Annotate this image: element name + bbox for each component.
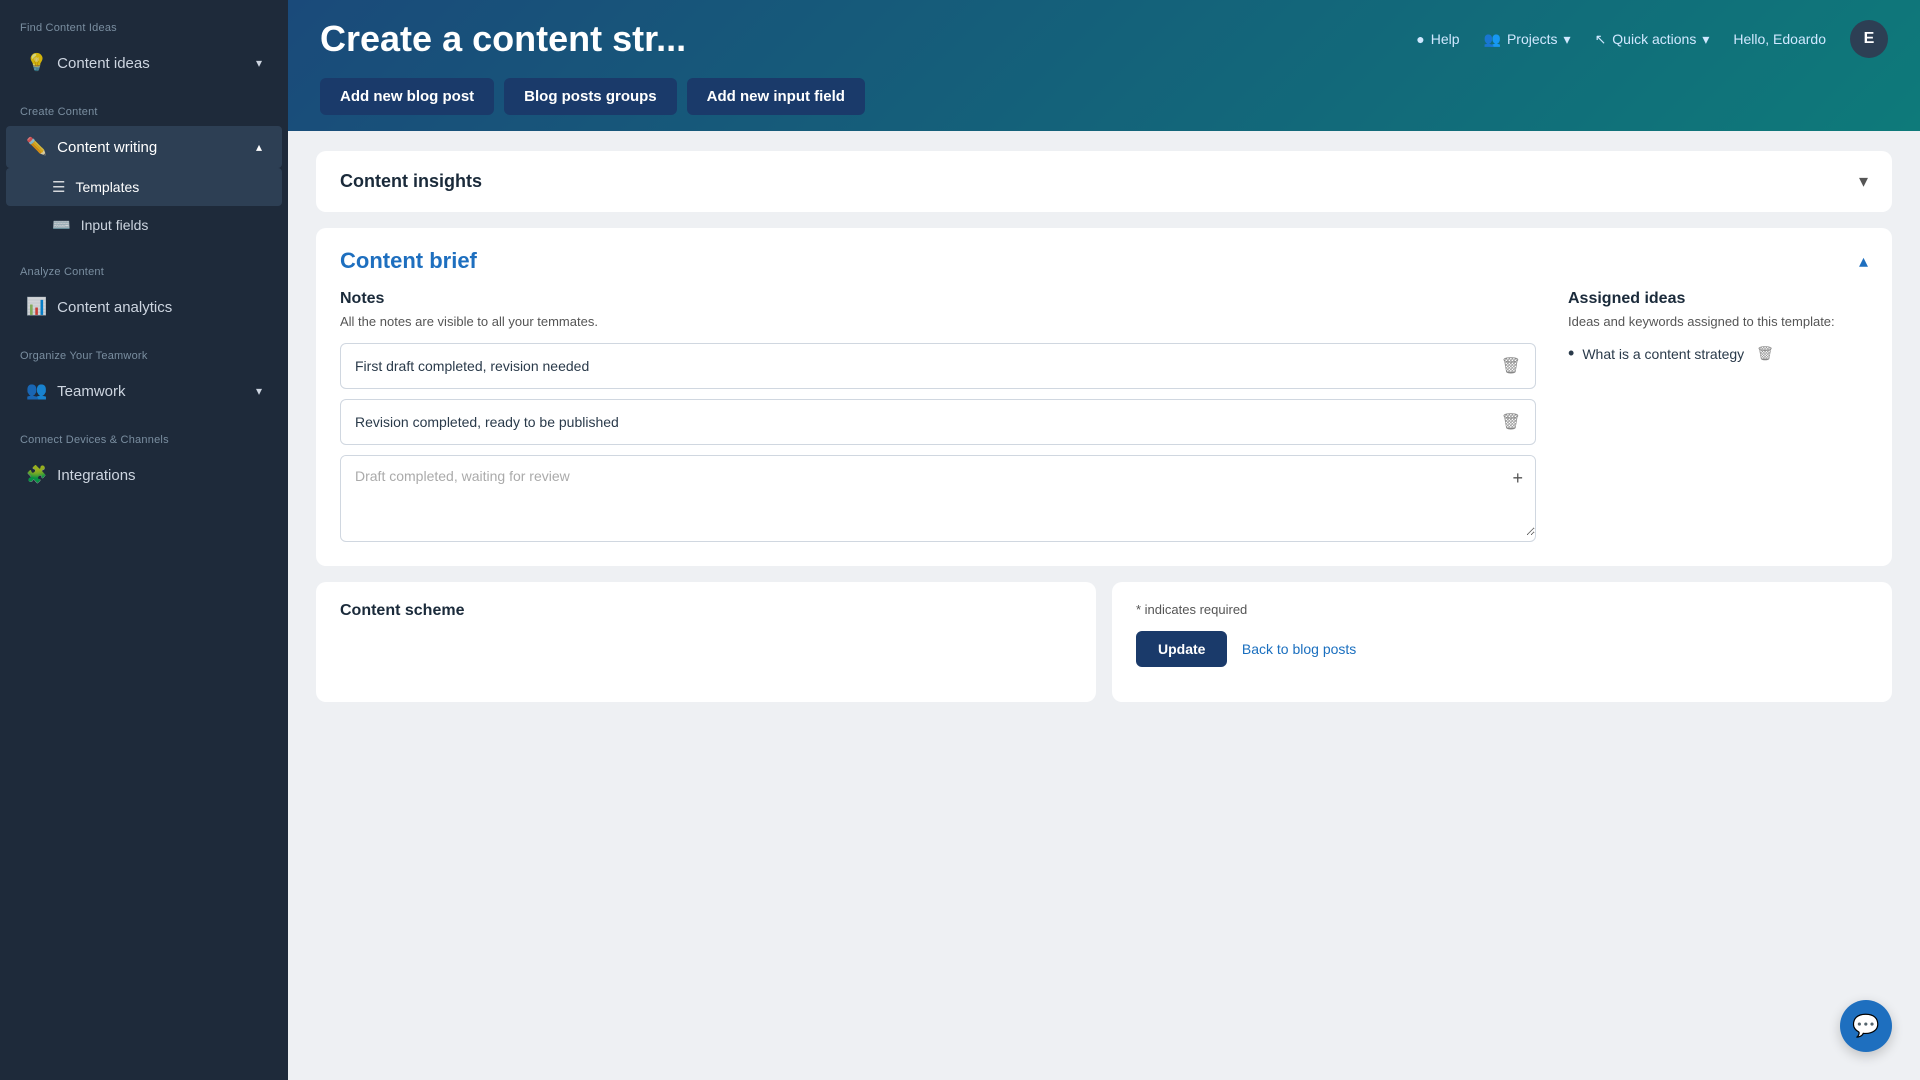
- projects-button[interactable]: 👥 Projects ▾: [1484, 31, 1571, 48]
- chevron-down-icon: ▾: [256, 384, 262, 398]
- notes-section: Notes All the notes are visible to all y…: [340, 290, 1536, 542]
- chart-icon: 📊: [26, 297, 47, 317]
- bottom-cards: Content scheme * indicates required Upda…: [316, 582, 1892, 702]
- sidebar-section-analyze: Analyze Content 📊 Content analytics: [0, 244, 288, 328]
- help-button[interactable]: ● Help: [1416, 31, 1459, 47]
- sidebar-section-connect: Connect Devices & Channels 🧩 Integration…: [0, 412, 288, 496]
- header-nav: ● Help 👥 Projects ▾ ↖ Quick actions ▾ He…: [1416, 20, 1888, 58]
- sidebar-item-input-fields[interactable]: ⌨️ Input fields: [6, 206, 282, 244]
- content-brief-body: Notes All the notes are visible to all y…: [316, 274, 1892, 566]
- chevron-up-icon: ▴: [256, 140, 262, 154]
- delete-note-1-button[interactable]: 🗑: [1501, 356, 1521, 376]
- content-brief-header[interactable]: Content brief ▴: [316, 228, 1892, 274]
- sidebar-item-content-ideas[interactable]: 💡 Content ideas ▾: [6, 42, 282, 84]
- projects-icon: 👥: [1484, 31, 1501, 48]
- chat-icon: 💬: [1852, 1013, 1879, 1039]
- list-icon: ☰: [52, 178, 65, 196]
- page-title: Create a content str...: [320, 18, 686, 60]
- new-note-input[interactable]: [341, 456, 1535, 536]
- quick-actions-button[interactable]: ↖ Quick actions ▾: [1595, 31, 1710, 48]
- sidebar-item-teamwork[interactable]: 👥 Teamwork ▾: [6, 370, 282, 412]
- sidebar-section-label-find: Find Content Ideas: [0, 0, 288, 42]
- add-input-field-button[interactable]: Add new input field: [687, 78, 865, 115]
- content-brief-title: Content brief: [340, 248, 477, 274]
- bulb-icon: 💡: [26, 53, 47, 73]
- cursor-icon: ↖: [1595, 31, 1607, 48]
- note-text-1: First draft completed, revision needed: [355, 358, 589, 374]
- sidebar-item-label: Content analytics: [57, 299, 172, 316]
- content-scheme-card: Content scheme: [316, 582, 1096, 702]
- required-text: * indicates required: [1136, 602, 1868, 617]
- sidebar-item-label: Teamwork: [57, 383, 125, 400]
- help-label: Help: [1431, 31, 1460, 47]
- bullet-icon: •: [1568, 343, 1574, 364]
- note-item-1: First draft completed, revision needed 🗑: [340, 343, 1536, 389]
- sidebar-sub-item-label: Input fields: [81, 217, 149, 233]
- sidebar-sub-item-label: Templates: [75, 179, 139, 195]
- chevron-down-icon: ▾: [256, 56, 262, 70]
- note-text-2: Revision completed, ready to be publishe…: [355, 414, 619, 430]
- projects-label: Projects: [1507, 31, 1558, 47]
- content-insights-card: Content insights ▾: [316, 151, 1892, 212]
- sidebar-section-label-organize: Organize Your Teamwork: [0, 328, 288, 370]
- quick-actions-label: Quick actions: [1612, 31, 1696, 47]
- sidebar-section-find: Find Content Ideas 💡 Content ideas ▾: [0, 0, 288, 84]
- notes-subtitle: All the notes are visible to all your te…: [340, 314, 1536, 329]
- main-content: Create a content str... ● Help 👥 Project…: [288, 0, 1920, 1080]
- notes-title: Notes: [340, 290, 1536, 308]
- back-button[interactable]: Back to blog posts: [1242, 641, 1356, 657]
- puzzle-icon: 🧩: [26, 465, 47, 485]
- chat-fab-button[interactable]: 💬: [1840, 1000, 1892, 1052]
- sidebar-section-label-connect: Connect Devices & Channels: [0, 412, 288, 454]
- sidebar-section-create: Create Content ✏️ Content writing ▴ ☰ Te…: [0, 84, 288, 244]
- content-area: Content insights ▾ Content brief ▴ Notes…: [288, 131, 1920, 1080]
- team-icon: 👥: [26, 381, 47, 401]
- chevron-down-icon: ▾: [1564, 31, 1571, 48]
- new-note-container: +: [340, 455, 1536, 542]
- help-icon: ●: [1416, 31, 1424, 47]
- sidebar-item-integrations[interactable]: 🧩 Integrations: [6, 454, 282, 496]
- keyboard-icon: ⌨️: [52, 216, 71, 234]
- chevron-down-icon: ▾: [1859, 171, 1868, 192]
- add-blog-post-button[interactable]: Add new blog post: [320, 78, 494, 115]
- update-button[interactable]: Update: [1136, 631, 1227, 667]
- sidebar-section-organize: Organize Your Teamwork 👥 Teamwork ▾: [0, 328, 288, 412]
- assigned-idea-text-1: What is a content strategy: [1582, 346, 1744, 362]
- page-header: Create a content str... ● Help 👥 Project…: [288, 0, 1920, 131]
- sidebar-section-label-create: Create Content: [0, 84, 288, 126]
- delete-note-2-button[interactable]: 🗑: [1501, 412, 1521, 432]
- required-section: * indicates required Update Back to blog…: [1112, 582, 1892, 702]
- assigned-ideas-title: Assigned ideas: [1568, 290, 1868, 308]
- content-insights-title: Content insights: [340, 171, 482, 192]
- sidebar-item-label: Content writing: [57, 139, 157, 156]
- delete-idea-1-button[interactable]: 🗑: [1756, 345, 1774, 362]
- sidebar-section-label-analyze: Analyze Content: [0, 244, 288, 286]
- header-action-buttons: Add new blog post Blog posts groups Add …: [320, 78, 1888, 131]
- sidebar-item-label: Integrations: [57, 467, 135, 484]
- assigned-idea-1: • What is a content strategy 🗑: [1568, 343, 1868, 364]
- content-insights-header[interactable]: Content insights ▾: [316, 151, 1892, 212]
- assigned-ideas-subtitle: Ideas and keywords assigned to this temp…: [1568, 314, 1868, 329]
- avatar[interactable]: E: [1850, 20, 1888, 58]
- hello-text: Hello, Edoardo: [1733, 31, 1826, 47]
- edit-icon: ✏️: [26, 137, 47, 157]
- blog-posts-groups-button[interactable]: Blog posts groups: [504, 78, 677, 115]
- note-item-2: Revision completed, ready to be publishe…: [340, 399, 1536, 445]
- sidebar-item-templates[interactable]: ☰ Templates: [6, 168, 282, 206]
- assigned-ideas-section: Assigned ideas Ideas and keywords assign…: [1568, 290, 1868, 542]
- content-scheme-title: Content scheme: [340, 602, 1072, 620]
- sidebar-item-content-writing[interactable]: ✏️ Content writing ▴: [6, 126, 282, 168]
- chevron-up-icon: ▴: [1859, 251, 1868, 272]
- sidebar: Find Content Ideas 💡 Content ideas ▾ Cre…: [0, 0, 288, 1080]
- chevron-down-icon: ▾: [1702, 31, 1709, 48]
- sidebar-item-label: Content ideas: [57, 55, 150, 72]
- sidebar-item-content-analytics[interactable]: 📊 Content analytics: [6, 286, 282, 328]
- content-brief-card: Content brief ▴ Notes All the notes are …: [316, 228, 1892, 566]
- add-note-button[interactable]: +: [1512, 468, 1523, 489]
